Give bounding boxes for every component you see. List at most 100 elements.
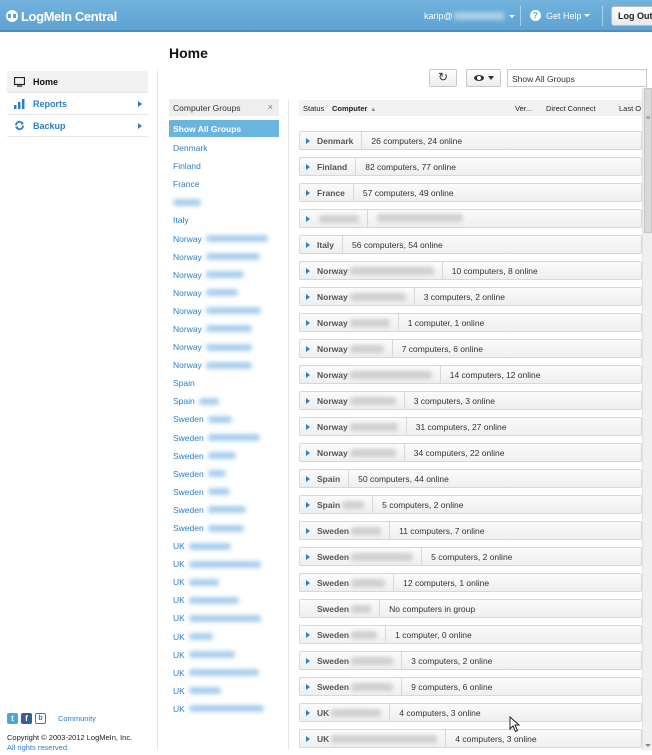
- group-item[interactable]: Sweden: [169, 463, 279, 481]
- expand-arrow-icon[interactable]: [306, 475, 310, 482]
- twitter-icon[interactable]: t: [7, 713, 18, 724]
- table-row[interactable]: Sweden 9 computers, 6 online: [299, 677, 642, 696]
- expand-arrow-icon[interactable]: [306, 579, 310, 586]
- group-item[interactable]: Sweden: [169, 499, 279, 517]
- group-item[interactable]: UK: [169, 607, 279, 625]
- table-row[interactable]: Norway 31 computers, 27 online: [299, 417, 642, 436]
- table-row[interactable]: Sweden No computers in group: [299, 599, 642, 618]
- group-item[interactable]: Norway: [169, 264, 279, 282]
- group-item[interactable]: UK: [169, 535, 279, 553]
- expand-arrow-icon[interactable]: [306, 215, 310, 222]
- expand-arrow-icon[interactable]: [306, 189, 310, 196]
- expand-arrow-icon[interactable]: [306, 267, 310, 274]
- group-item[interactable]: Norway: [169, 354, 279, 372]
- group-item[interactable]: [169, 191, 279, 209]
- table-row[interactable]: Sweden 11 computers, 7 online: [299, 521, 642, 540]
- group-item[interactable]: UK: [169, 589, 279, 607]
- expand-arrow-icon[interactable]: [306, 501, 310, 508]
- group-item[interactable]: Norway: [169, 282, 279, 300]
- group-item[interactable]: Sweden: [169, 445, 279, 463]
- group-item-show-all[interactable]: Show All Groups: [169, 120, 279, 137]
- table-row[interactable]: [299, 209, 642, 228]
- scrollbar-thumb[interactable]: ≡: [644, 88, 652, 233]
- column-header-last-online[interactable]: Last O: [619, 104, 641, 113]
- table-row[interactable]: Spain 5 computers, 2 online: [299, 495, 642, 514]
- facebook-icon[interactable]: f: [21, 713, 32, 724]
- group-item[interactable]: France: [169, 173, 279, 191]
- scroll-down-arrow-icon[interactable]: [645, 744, 651, 747]
- expand-arrow-icon[interactable]: [306, 397, 310, 404]
- expand-arrow-icon[interactable]: [306, 293, 310, 300]
- group-item[interactable]: Finland: [169, 155, 279, 173]
- group-item[interactable]: UK: [169, 680, 279, 698]
- table-row[interactable]: France 57 computers, 49 online: [299, 183, 642, 202]
- app-logo[interactable]: LogMeIn Central: [6, 8, 117, 24]
- group-item[interactable]: UK: [169, 553, 279, 571]
- group-item[interactable]: Spain: [169, 390, 279, 408]
- column-header-status[interactable]: Status: [303, 104, 324, 113]
- scrollbar[interactable]: ≡: [642, 88, 652, 750]
- nav-item-reports[interactable]: Reports: [7, 93, 148, 115]
- expand-arrow-icon[interactable]: [306, 423, 310, 430]
- table-row[interactable]: Norway 10 computers, 8 online: [299, 261, 642, 280]
- table-row[interactable]: UK 4 computers, 3 online: [299, 703, 642, 722]
- refresh-button[interactable]: ↻: [429, 69, 457, 87]
- logout-button[interactable]: Log Out: [611, 6, 652, 26]
- table-row[interactable]: Norway 34 computers, 22 online: [299, 443, 642, 462]
- expand-arrow-icon[interactable]: [306, 345, 310, 352]
- expand-arrow-icon[interactable]: [306, 683, 310, 690]
- community-link[interactable]: Community: [58, 714, 96, 723]
- table-row[interactable]: Norway 3 computers, 2 online: [299, 287, 642, 306]
- group-filter-select[interactable]: Show All Groups: [507, 69, 647, 87]
- table-row[interactable]: Sweden 1 computer, 0 online: [299, 625, 642, 644]
- table-row[interactable]: Norway 3 computers, 3 online: [299, 391, 642, 410]
- group-item[interactable]: UK: [169, 571, 279, 589]
- table-row[interactable]: Finland 82 computers, 77 online: [299, 157, 642, 176]
- group-item[interactable]: Italy: [169, 209, 279, 227]
- user-menu[interactable]: karip@: [424, 11, 515, 21]
- expand-arrow-icon[interactable]: [306, 709, 310, 716]
- group-item[interactable]: UK: [169, 626, 279, 644]
- nav-item-backup[interactable]: Backup: [7, 115, 148, 137]
- view-options-button[interactable]: [466, 69, 501, 87]
- group-item[interactable]: Denmark: [169, 137, 279, 155]
- group-item[interactable]: Norway: [169, 227, 279, 245]
- table-row[interactable]: Italy 56 computers, 54 online: [299, 235, 642, 254]
- column-header-computer[interactable]: Computer ▲: [332, 104, 376, 113]
- group-item[interactable]: Spain: [169, 372, 279, 390]
- expand-arrow-icon[interactable]: [306, 137, 310, 144]
- column-header-version[interactable]: Ver...: [515, 104, 532, 113]
- table-row[interactable]: Norway 1 computer, 1 online: [299, 313, 642, 332]
- table-row[interactable]: UK 4 computers, 3 online: [299, 729, 642, 748]
- expand-arrow-icon[interactable]: [306, 371, 310, 378]
- table-row[interactable]: Denmark 26 computers, 24 online: [299, 131, 642, 150]
- group-item[interactable]: Norway: [169, 336, 279, 354]
- group-item[interactable]: UK: [169, 662, 279, 680]
- expand-arrow-icon[interactable]: [306, 735, 310, 742]
- table-row[interactable]: Norway 14 computers, 12 online: [299, 365, 642, 384]
- expand-arrow-icon[interactable]: [306, 553, 310, 560]
- expand-arrow-icon[interactable]: [306, 657, 310, 664]
- group-item[interactable]: Sweden: [169, 408, 279, 426]
- table-row[interactable]: Norway 7 computers, 6 online: [299, 339, 642, 358]
- expand-arrow-icon[interactable]: [306, 527, 310, 534]
- expand-arrow-icon[interactable]: [306, 449, 310, 456]
- expand-arrow-icon[interactable]: [306, 319, 310, 326]
- group-item[interactable]: Norway: [169, 318, 279, 336]
- close-icon[interactable]: ×: [268, 102, 273, 112]
- table-row[interactable]: Sweden 12 computers, 1 online: [299, 573, 642, 592]
- group-item[interactable]: UK: [169, 698, 279, 716]
- table-row[interactable]: Spain 50 computers, 44 online: [299, 469, 642, 488]
- column-header-direct-connect[interactable]: Direct Connect: [546, 104, 596, 113]
- group-item[interactable]: UK: [169, 644, 279, 662]
- group-item[interactable]: Sweden: [169, 481, 279, 499]
- group-item[interactable]: Norway: [169, 300, 279, 318]
- get-help-menu[interactable]: ? Get Help: [530, 10, 590, 21]
- rights-link[interactable]: All rights reserved.: [7, 743, 157, 752]
- group-item[interactable]: Norway: [169, 246, 279, 264]
- expand-arrow-icon[interactable]: [306, 163, 310, 170]
- table-row[interactable]: Sweden 3 computers, 2 online: [299, 651, 642, 670]
- table-row[interactable]: Sweden 5 computers, 2 online: [299, 547, 642, 566]
- blog-icon[interactable]: b: [35, 713, 46, 724]
- nav-item-home[interactable]: Home: [7, 71, 148, 93]
